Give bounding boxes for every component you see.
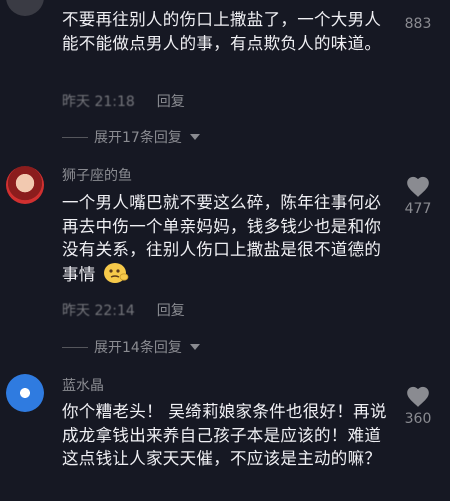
comment-time: 昨天 21:18 (62, 94, 135, 110)
avatar[interactable] (6, 166, 44, 204)
reply-button[interactable]: 回复 (157, 303, 185, 319)
like-count: 883 (404, 16, 432, 32)
comment-time: 昨天 22:14 (62, 303, 135, 319)
comment-username[interactable]: 蓝水晶 (62, 375, 104, 395)
emoji-icon (104, 262, 129, 283)
like-button[interactable]: 477 (396, 174, 440, 217)
comment-meta: 昨天 21:18 回复 (62, 91, 185, 111)
expand-replies-label: 展开14条回复 (94, 340, 182, 356)
divider (62, 136, 88, 138)
comment-username[interactable]: 狮子座的鱼 (62, 165, 132, 185)
comment-item: 狮子座的鱼 一个男人嘴巴就不要这么碎，陈年往事何必再去中伤一个单亲妈妈，钱多钱少… (0, 160, 450, 356)
caret-down-icon (189, 344, 200, 350)
comment-meta: 昨天 22:14 回复 (62, 300, 185, 320)
heart-icon (407, 386, 429, 407)
comment-item: 不要再往别人的伤口上撒盐了，一个大男人能不能做点男人的事，有点欺负人的味道。 昨… (0, 0, 450, 146)
comment-text: 一个男人嘴巴就不要这么碎，陈年往事何必再去中伤一个单亲妈妈，钱多钱少也是和你没有… (62, 191, 392, 286)
avatar[interactable] (6, 0, 44, 16)
like-button[interactable]: 883 (396, 0, 440, 32)
reply-button[interactable]: 回复 (157, 94, 185, 110)
like-count: 477 (404, 201, 432, 217)
heart-icon (407, 176, 429, 197)
comment-item: 蓝水晶 你个糟老头！ 吴绮莉娘家条件也很好！再说成龙拿钱出来养自己孩子本是应该的… (0, 370, 450, 501)
caret-down-icon (189, 134, 200, 140)
like-count: 360 (404, 411, 432, 427)
like-button[interactable]: 360 (396, 384, 440, 427)
comment-text: 不要再往别人的伤口上撒盐了，一个大男人能不能做点男人的事，有点欺负人的味道。 (62, 10, 382, 53)
avatar[interactable] (6, 374, 44, 412)
expand-replies-button[interactable]: 展开17条回复 (62, 127, 200, 147)
comment-text: 你个糟老头！ 吴绮莉娘家条件也很好！再说成龙拿钱出来养自己孩子本是应该的！难道这… (62, 402, 387, 468)
divider (62, 346, 88, 348)
expand-replies-label: 展开17条回复 (94, 130, 182, 146)
expand-replies-button[interactable]: 展开14条回复 (62, 337, 200, 357)
